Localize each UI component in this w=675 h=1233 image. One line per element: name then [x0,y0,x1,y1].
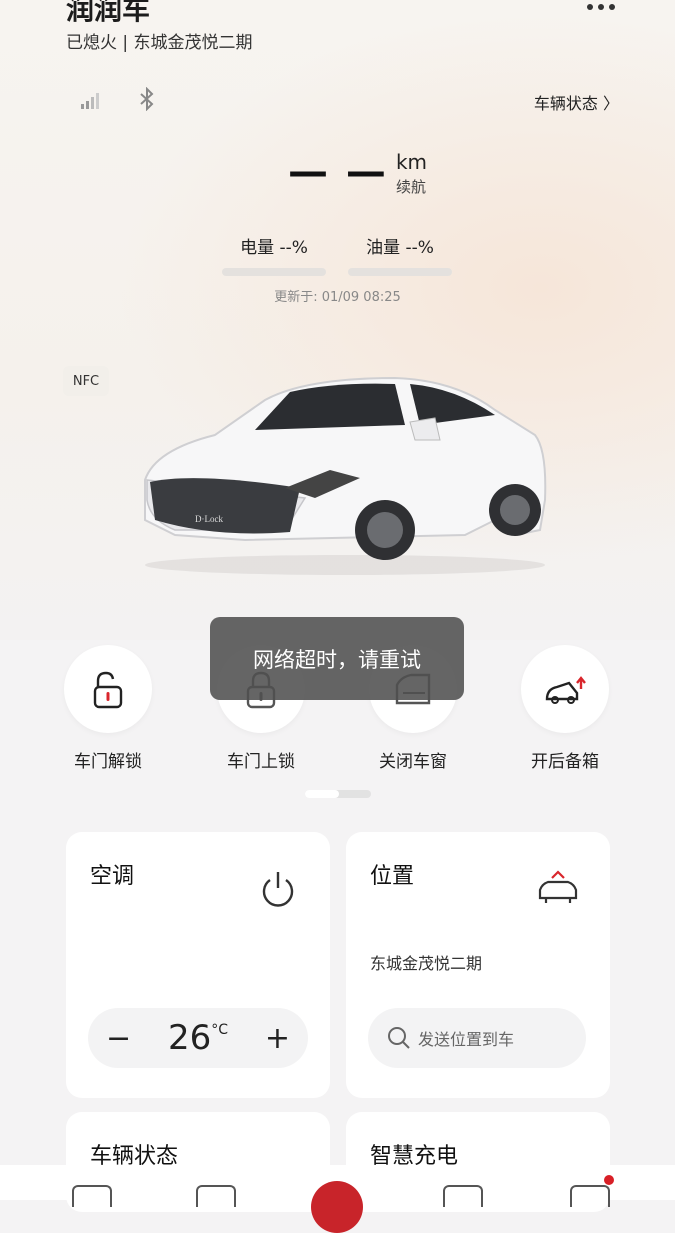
fuel-meter: 油量 --% [348,233,452,276]
open-trunk-button[interactable]: 开后备箱 [505,645,625,772]
range-label: 续航 [395,178,426,196]
temperature-value: 26°C [167,1018,229,1058]
location-address: 东城金茂悦二期 [370,954,483,973]
page-indicator [305,790,371,798]
battery-meter: 电量 --% [222,233,326,276]
fuel-bar [348,268,452,276]
location-card-title: 位置 [370,864,415,889]
svg-text:D·Lock: D·Lock [195,514,223,524]
nav-center-button[interactable] [311,1181,363,1233]
network-timeout-toast: 网络超时，请重试 [210,617,464,700]
nav-service-icon[interactable] [196,1185,236,1207]
unlock-doors-label: 车门解锁 [74,752,142,772]
send-location-button[interactable]: 发送位置到车 [368,1008,586,1068]
notification-dot [604,1175,614,1185]
nfc-badge[interactable]: NFC [63,366,109,396]
power-icon [262,872,294,907]
vehicle-status-link[interactable]: 车辆状态 〉 [534,90,619,114]
search-icon [388,1027,410,1049]
unlock-icon [93,671,123,709]
range-display: — — km 续航 [288,150,427,197]
lock-doors-label: 车门上锁 [227,752,295,772]
temperature-control: − 26°C + [88,1008,308,1068]
vehicle-name: 润润车 [66,0,151,26]
ac-power-button[interactable] [254,866,302,914]
bottom-nav [0,1165,675,1233]
nav-home-icon[interactable] [72,1185,112,1207]
battery-label: 电量 --% [240,238,308,258]
trunk-icon [545,676,586,704]
update-time: 更新于: 01/09 08:25 [274,290,401,305]
location-card[interactable]: 位置 东城金茂悦二期 发送位置到车 [346,832,610,1098]
ac-card-title: 空调 [90,864,135,889]
ac-card[interactable]: 空调 − 26°C + [66,832,330,1098]
unlock-doors-button[interactable]: 车门解锁 [48,645,168,772]
vehicle-subtitle: 已熄火 | 东城金茂悦二期 [66,33,253,53]
car-location-icon [538,870,578,903]
car-image: D·Lock [144,376,547,575]
close-windows-label: 关闭车窗 [379,752,447,772]
more-menu-icon[interactable] [587,4,615,10]
bluetooth-icon[interactable] [137,87,157,111]
nav-car-icon[interactable] [443,1185,483,1207]
battery-bar [222,268,326,276]
send-location-label: 发送位置到车 [418,1030,515,1049]
temp-increase-button[interactable]: + [265,1021,290,1056]
nav-profile-icon[interactable] [570,1185,610,1207]
range-value: — — [288,149,388,195]
signal-icon [81,93,99,109]
fuel-label: 油量 --% [366,238,434,258]
open-trunk-label: 开后备箱 [531,752,599,772]
range-unit: km [395,150,428,174]
temp-decrease-button[interactable]: − [106,1021,131,1056]
